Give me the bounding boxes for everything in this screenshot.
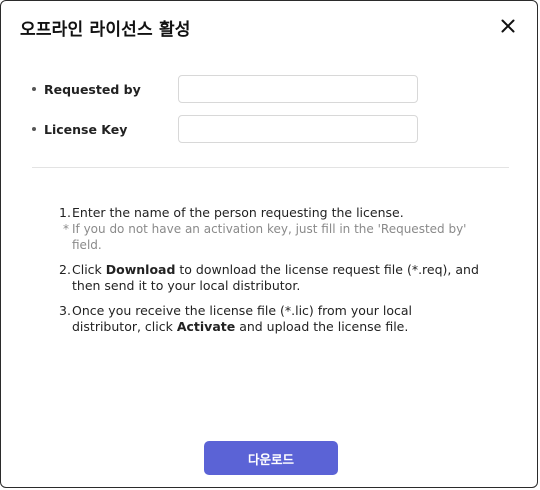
download-button[interactable]: 다운로드: [204, 441, 338, 475]
license-form: Requested by License Key: [32, 75, 509, 155]
requested-by-label-text: Requested by: [44, 82, 141, 97]
instruction-step-2: 2. Click Download to download the licens…: [59, 262, 479, 294]
step-3-text-post: and upload the license file.: [235, 319, 409, 334]
offline-license-dialog: 오프라인 라이선스 활성 Requested by License Key 1.…: [0, 0, 538, 488]
divider: [32, 167, 509, 168]
instructions-list: 1. Enter the name of the person requesti…: [59, 205, 479, 344]
note-asterisk: *: [63, 222, 69, 236]
step-1-note: * If you do not have an activation key, j…: [63, 221, 479, 253]
instruction-step-3: 3. Once you receive the license file (*.…: [59, 303, 479, 335]
bullet-icon: [32, 126, 36, 131]
step-2-download-keyword: Download: [105, 262, 176, 277]
license-key-input[interactable]: [178, 115, 418, 143]
step-3-activate-keyword: Activate: [176, 319, 236, 334]
dialog-header: 오프라인 라이선스 활성: [20, 15, 518, 40]
close-icon[interactable]: [500, 18, 516, 34]
step-number: 1.: [59, 205, 71, 220]
step-number: 2.: [59, 262, 71, 277]
dialog-title: 오프라인 라이선스 활성: [20, 20, 191, 40]
requested-by-input[interactable]: [178, 75, 418, 103]
step-2-text-pre: Click: [72, 262, 106, 277]
license-key-label-text: License Key: [44, 122, 128, 137]
requested-by-row: Requested by: [32, 75, 509, 103]
bullet-icon: [32, 86, 36, 91]
step-1-note-text: If you do not have an activation key, ju…: [72, 222, 467, 252]
step-1-text: Enter the name of the person requesting …: [72, 205, 404, 220]
requested-by-label: Requested by: [32, 82, 141, 97]
license-key-row: License Key: [32, 115, 509, 143]
instruction-step-1: 1. Enter the name of the person requesti…: [59, 205, 479, 253]
license-key-label: License Key: [32, 122, 127, 137]
step-number: 3.: [59, 303, 71, 318]
